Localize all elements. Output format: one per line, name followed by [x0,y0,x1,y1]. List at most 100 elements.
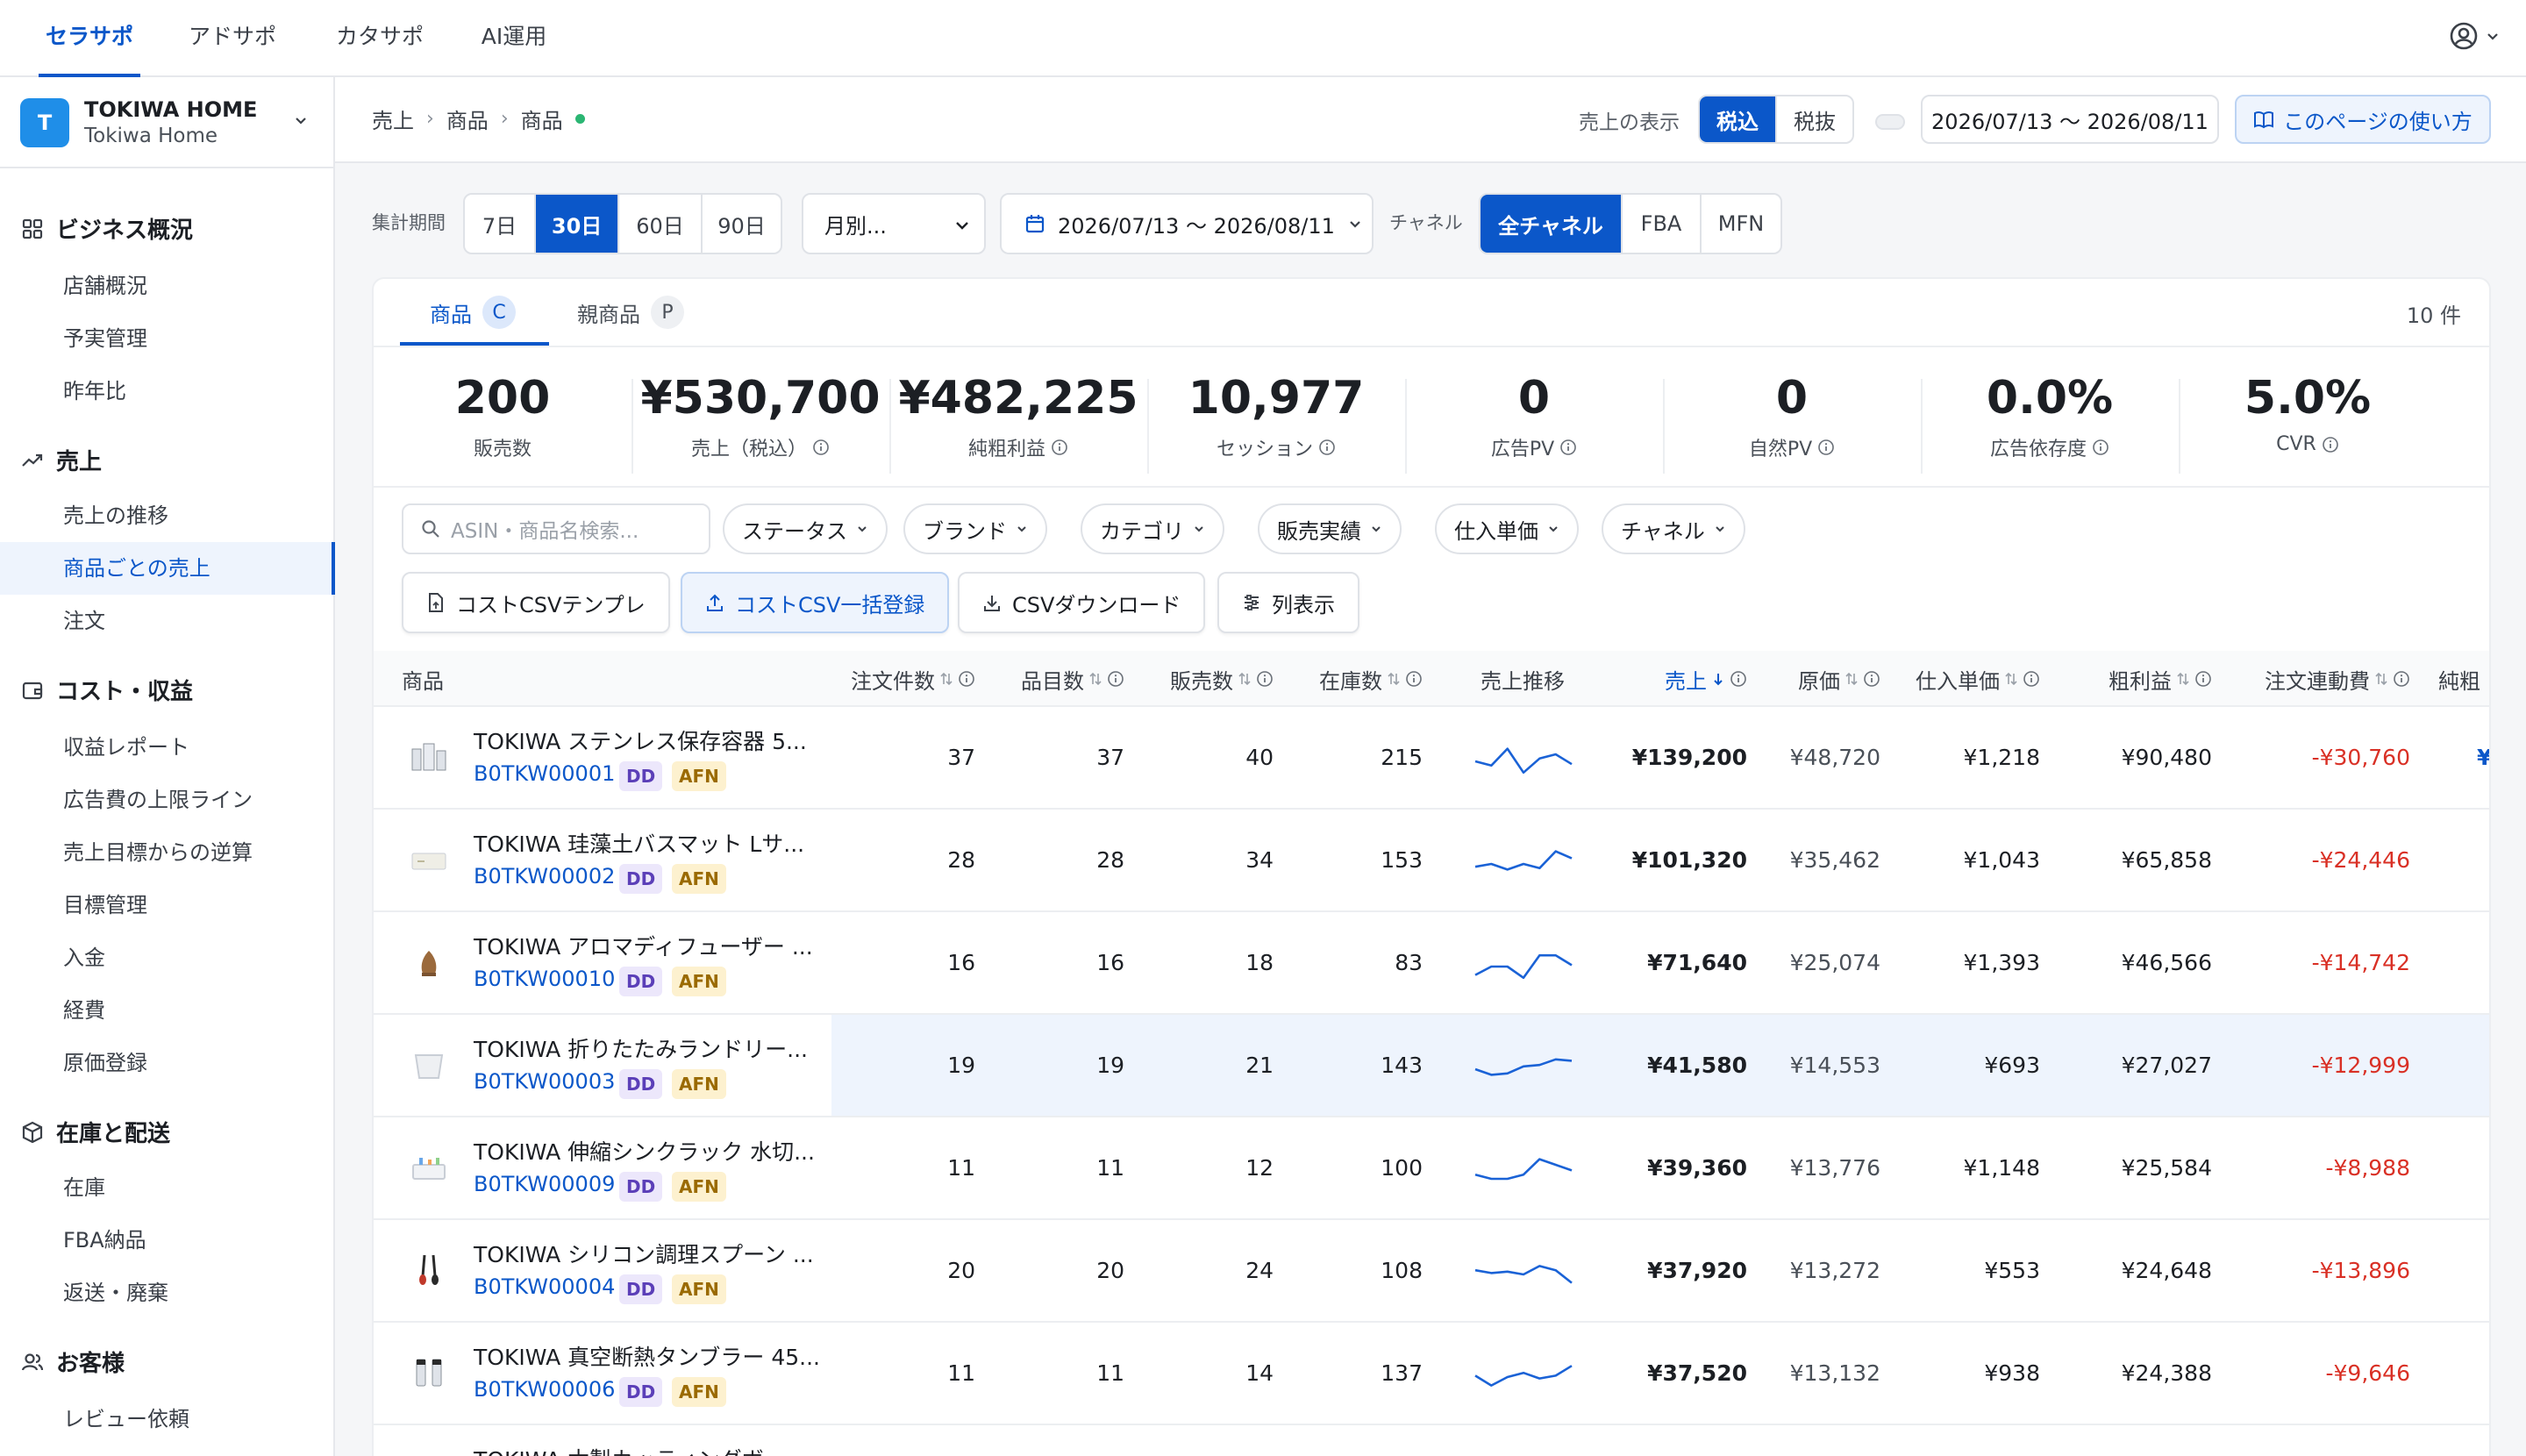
filter-chip-brand[interactable]: ブランド [903,503,1047,554]
info-icon[interactable] [2092,439,2109,456]
column-header[interactable]: 売上 [1665,651,1747,707]
info-icon[interactable] [1051,439,1068,456]
product-name[interactable]: TOKIWA 真空断熱タンブラー 45... [474,1340,820,1372]
info-icon[interactable] [1107,670,1124,688]
channel-all[interactable]: 全チャネル [1481,195,1623,253]
csv-download-button[interactable]: CSVダウンロード [958,572,1206,633]
cost-csv-template-button[interactable]: コストCSVテンプレ [402,572,670,633]
product-name[interactable]: TOKIWA 珪藻土バスマット Lサ... [474,827,804,859]
info-icon[interactable] [812,439,830,456]
column-header[interactable]: 注文件数 [851,651,975,707]
table-row[interactable]: TOKIWA 折りたたみランドリー... B0TKW00003 DD AFN 19 19 2… [374,1015,2489,1117]
sidebar-item-expenses[interactable]: 経費 [0,984,333,1037]
filter-chip-unit-cost[interactable]: 仕入単価 [1435,503,1579,554]
info-icon[interactable] [2023,670,2040,688]
tab-parent-products[interactable]: 親商品 P [577,279,684,346]
table-row[interactable]: TOKIWA 木製カッティングボー... [374,1425,2489,1456]
product-asin-link[interactable]: B0TKW00010 [474,967,615,991]
nav-tab-adsapo[interactable]: アドサポ [175,0,289,75]
sidebar-item-store-overview[interactable]: 店舗概況 [0,260,333,312]
info-icon[interactable] [2194,670,2212,688]
period-90d[interactable]: 90日 [703,195,781,253]
sidebar-item-deposits[interactable]: 入金 [0,931,333,984]
table-row[interactable]: TOKIWA ステンレス保存容器 5... B0TKW00001 DD AFN 37 37… [374,707,2489,810]
info-icon[interactable] [1559,439,1577,456]
product-name[interactable]: TOKIWA 伸縮シンクラック 水切... [474,1135,815,1167]
sidebar-item-reverse-target[interactable]: 売上目標からの逆算 [0,826,333,879]
filter-chip-channel[interactable]: チャネル [1602,503,1745,554]
product-asin-link[interactable]: B0TKW00009 [474,1172,615,1196]
sidebar-item-stock[interactable]: 在庫 [0,1161,333,1214]
table-row[interactable]: TOKIWA 真空断熱タンブラー 45... B0TKW00006 DD AFN 11 1… [374,1323,2489,1425]
info-icon[interactable] [1256,670,1274,688]
column-header[interactable]: 品目数 [1021,651,1124,707]
user-menu[interactable] [2449,21,2500,51]
sidebar-item-fba[interactable]: FBA納品 [0,1214,333,1267]
nav-tab-katasapo[interactable]: カタサポ [323,0,437,75]
column-header[interactable]: 販売数 [1170,651,1274,707]
sidebar-item-budget[interactable]: 予実管理 [0,312,333,365]
table-row[interactable]: TOKIWA 伸縮シンクラック 水切... B0TKW00009 DD AFN 11 11… [374,1117,2489,1220]
sidebar-item-yoy[interactable]: 昨年比 [0,365,333,418]
tab-products[interactable]: 商品 C [430,279,516,346]
column-header[interactable]: 純粗 [2438,651,2480,707]
product-asin-link[interactable]: B0TKW00003 [474,1069,615,1094]
sidebar-group-inventory[interactable]: 在庫と配送 [21,1116,170,1148]
product-name[interactable]: TOKIWA 木製カッティングボー... [474,1443,806,1456]
sidebar-item-review-request[interactable]: レビュー依頼 [0,1393,333,1445]
period-60d[interactable]: 60日 [619,195,703,253]
column-header[interactable]: 仕入単価 [1916,651,2040,707]
sidebar-item-returns[interactable]: 返送・廃棄 [0,1267,333,1319]
info-icon[interactable] [1730,670,1747,688]
column-header[interactable]: 商品 [402,651,444,707]
product-asin-link[interactable]: B0TKW00002 [474,864,615,889]
product-name[interactable]: TOKIWA アロマディフューザー ... [474,930,813,961]
product-asin-link[interactable]: B0TKW00004 [474,1274,615,1299]
table-row[interactable]: TOKIWA アロマディフューザー ... B0TKW00010 DD AFN 16 16… [374,912,2489,1015]
product-name[interactable]: TOKIWA ステンレス保存容器 5... [474,724,807,756]
nav-tab-serasapo[interactable]: セラサポ [39,0,140,77]
column-display-button[interactable]: 列表示 [1217,572,1359,633]
product-asin-link[interactable]: B0TKW00001 [474,761,615,786]
info-icon[interactable] [1863,670,1880,688]
info-icon[interactable] [958,670,975,688]
sidebar-item-orders[interactable]: 注文 [0,595,333,647]
column-header[interactable]: 原価 [1798,651,1880,707]
product-name[interactable]: TOKIWA 折りたたみランドリー... [474,1032,808,1064]
info-icon[interactable] [2322,436,2339,453]
channel-fba[interactable]: FBA [1623,195,1702,253]
info-icon[interactable] [1405,670,1423,688]
table-row[interactable]: TOKIWA 珪藻土バスマット Lサ... B0TKW00002 DD AFN 28 28… [374,810,2489,912]
info-icon[interactable] [2393,670,2410,688]
product-name[interactable]: TOKIWA シリコン調理スプーン ... [474,1238,814,1269]
sidebar-item-cost-register[interactable]: 原価登録 [0,1037,333,1089]
sidebar-group-sales[interactable]: 売上 [21,444,102,476]
nav-tab-ai[interactable]: AI運用 [470,0,558,75]
compare-toggle[interactable] [1875,114,1905,130]
period-7d[interactable]: 7日 [465,195,537,253]
period-30d[interactable]: 30日 [536,195,620,253]
header-date-range[interactable]: 2026/07/13 〜 2026/08/11 [1921,95,2219,144]
sidebar-item-profit-report[interactable]: 収益レポート [0,721,333,774]
sidebar-item-ad-limit[interactable]: 広告費の上限ライン [0,774,333,826]
filter-chip-status[interactable]: ステータス [723,503,888,554]
table-row[interactable]: TOKIWA シリコン調理スプーン ... B0TKW00004 DD AFN 20 20… [374,1220,2489,1323]
sidebar-group-customers[interactable]: お客様 [21,1345,125,1378]
tax-excluded-option[interactable]: 税抜 [1777,96,1852,142]
tax-included-option[interactable]: 税込 [1700,96,1777,142]
column-header[interactable]: 売上推移 [1481,651,1565,707]
column-header[interactable]: 注文連動費 [2265,651,2410,707]
shop-selector[interactable]: T TOKIWA HOME Tokiwa Home [0,77,333,168]
breadcrumb-item[interactable]: 商品 [446,103,489,134]
product-asin-link[interactable]: B0TKW00006 [474,1377,615,1402]
sidebar-group-business[interactable]: ビジネス概況 [21,212,193,245]
info-icon[interactable] [1817,439,1835,456]
sidebar-item-product-sales[interactable]: 商品ごとの売上 [0,542,335,595]
filter-date-range[interactable]: 2026/07/13 〜 2026/08/11 [1000,193,1374,254]
column-header[interactable]: 在庫数 [1319,651,1423,707]
page-guide-button[interactable]: このページの使い方 [2235,95,2491,144]
search-input[interactable]: ASIN・商品名検索... [402,503,710,554]
sidebar-item-sales-trend[interactable]: 売上の推移 [0,489,333,542]
filter-chip-category[interactable]: カテゴリ [1081,503,1224,554]
filter-chip-sales-record[interactable]: 販売実績 [1258,503,1402,554]
